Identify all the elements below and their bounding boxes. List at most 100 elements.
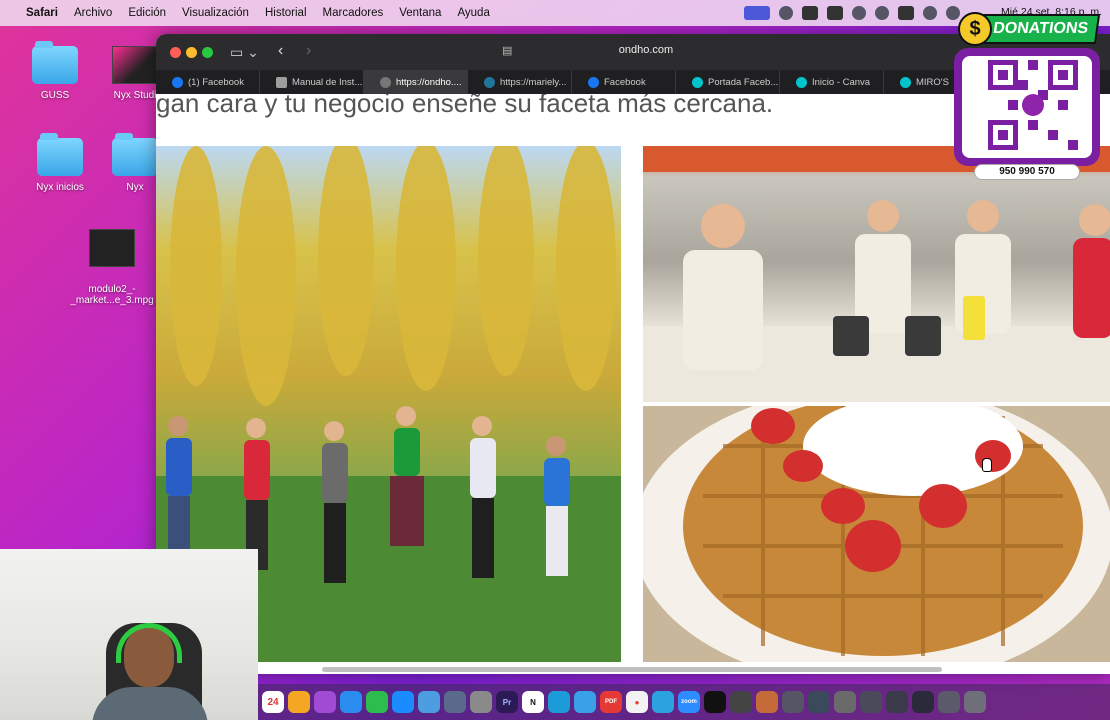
zoom-window-button[interactable] bbox=[202, 47, 213, 58]
airdrop-status-icon[interactable] bbox=[875, 6, 889, 20]
preview-app-icon[interactable] bbox=[418, 691, 440, 713]
tab-label: MIRO'S bbox=[916, 76, 949, 88]
desktop-icon-label: Nyx Studi bbox=[113, 90, 157, 101]
qr-code-pattern bbox=[988, 60, 1078, 150]
recent-window-icon[interactable] bbox=[782, 691, 804, 713]
premiere-pro-app-icon[interactable]: Pr bbox=[496, 691, 518, 713]
safari-app-icon[interactable] bbox=[548, 691, 570, 713]
telegram-app-icon[interactable] bbox=[652, 691, 674, 713]
menu-item-archivo[interactable]: Archivo bbox=[74, 7, 112, 19]
minimize-window-button[interactable] bbox=[186, 47, 197, 58]
tab-ondho[interactable]: https://ondho.... bbox=[364, 70, 468, 94]
donation-phone-number: 950 990 570 bbox=[974, 164, 1080, 180]
facebook-favicon-icon bbox=[172, 76, 183, 88]
desktop-icon-label: GUSS bbox=[40, 90, 70, 101]
back-arrow-icon[interactable]: ‹ bbox=[278, 42, 283, 60]
badge-status-icon[interactable] bbox=[852, 6, 866, 20]
tab-label: (1) Facebook bbox=[188, 76, 244, 88]
tab-facebook-2[interactable]: Facebook bbox=[572, 70, 676, 94]
cooking-class-photo bbox=[643, 146, 1110, 402]
dock: 24 Pr N PDF ● zoom bbox=[258, 684, 1110, 720]
tab-mariely[interactable]: https://mariely... bbox=[468, 70, 572, 94]
pdf-app-icon[interactable]: PDF bbox=[600, 691, 622, 713]
numbers-app-icon[interactable] bbox=[366, 691, 388, 713]
waffle-illustration bbox=[643, 406, 1110, 662]
menu-item-ayuda[interactable]: Ayuda bbox=[457, 7, 489, 19]
app-store-icon[interactable] bbox=[392, 691, 414, 713]
tab-label: Manual de Inst... bbox=[292, 76, 363, 88]
qr-code-icon bbox=[962, 56, 1092, 158]
qr-card bbox=[954, 48, 1100, 166]
folder-icon bbox=[112, 133, 158, 176]
tab-manual[interactable]: Manual de Inst... bbox=[260, 70, 364, 94]
recent-window-icon[interactable] bbox=[808, 691, 830, 713]
recent-window-icon[interactable] bbox=[912, 691, 934, 713]
horizontal-scrollbar[interactable] bbox=[322, 667, 942, 672]
menu-item-visualizacion[interactable]: Visualización bbox=[182, 7, 249, 19]
desktop-icon-video[interactable]: modulo2_- _market...e_3.mpg bbox=[62, 218, 162, 306]
webcam-overlay bbox=[0, 549, 258, 720]
menu-item-marcadores[interactable]: Marcadores bbox=[323, 7, 384, 19]
zoom-status-icon[interactable] bbox=[779, 6, 793, 20]
waffle-photo bbox=[643, 406, 1110, 662]
tab-label: Inicio - Canva bbox=[812, 76, 871, 88]
status-icons bbox=[744, 0, 960, 26]
tab-inicio-canva[interactable]: Inicio - Canva bbox=[780, 70, 884, 94]
menu-item-ventana[interactable]: Ventana bbox=[399, 7, 441, 19]
forward-arrow-icon[interactable]: › bbox=[306, 42, 311, 60]
tab-facebook-1[interactable]: (1) Facebook bbox=[156, 70, 260, 94]
tab-label: Portada Faceb... bbox=[708, 76, 779, 88]
canva-favicon-icon bbox=[900, 76, 911, 88]
menu-item-historial[interactable]: Historial bbox=[265, 7, 307, 19]
folder-icon bbox=[32, 41, 78, 84]
activity-monitor-icon[interactable] bbox=[730, 691, 752, 713]
close-window-button[interactable] bbox=[170, 47, 181, 58]
recent-window-icon[interactable] bbox=[886, 691, 908, 713]
trash-icon[interactable] bbox=[964, 691, 986, 713]
donations-overlay: $ DONATIONS 950 990 570 bbox=[952, 12, 1102, 182]
messages-app-icon[interactable] bbox=[574, 691, 596, 713]
canva-favicon-icon bbox=[796, 76, 807, 88]
tab-portada-facebook[interactable]: Portada Faceb... bbox=[676, 70, 780, 94]
tab-label: Facebook bbox=[604, 76, 646, 88]
page-headline: gan cara y tu negocio enseñe su faceta m… bbox=[156, 94, 774, 118]
chrome-app-icon[interactable]: ● bbox=[626, 691, 648, 713]
dollar-coin-icon: $ bbox=[958, 12, 992, 46]
kitchen-scene-illustration bbox=[643, 146, 1110, 402]
podcasts-app-icon[interactable] bbox=[314, 691, 336, 713]
menu-bar: Safari Archivo Edición Visualización His… bbox=[0, 0, 1110, 26]
folder-icon bbox=[37, 133, 83, 176]
tab-label: https://ondho.... bbox=[396, 76, 462, 88]
image-thumbnail-icon bbox=[112, 46, 158, 84]
menu-app-name[interactable]: Safari bbox=[26, 7, 58, 19]
system-settings-icon[interactable] bbox=[470, 691, 492, 713]
battery-icon[interactable] bbox=[898, 6, 914, 20]
capcut-app-icon[interactable] bbox=[704, 691, 726, 713]
address-bar[interactable]: ondho.com bbox=[496, 44, 796, 56]
recent-window-icon[interactable] bbox=[834, 691, 856, 713]
finder-window-icon[interactable] bbox=[444, 691, 466, 713]
canva-favicon-icon bbox=[692, 76, 703, 88]
document-favicon-icon bbox=[276, 76, 287, 88]
notion-status-icon[interactable] bbox=[827, 6, 843, 20]
site-favicon-icon bbox=[380, 76, 391, 88]
screen-record-icon[interactable] bbox=[744, 6, 770, 20]
sidebar-toggle-icon[interactable]: ▭ ⌄ bbox=[230, 44, 259, 61]
recent-file-icon[interactable] bbox=[756, 691, 778, 713]
video-thumbnail-icon bbox=[89, 229, 135, 267]
recent-window-icon[interactable] bbox=[938, 691, 960, 713]
menu-item-edicion[interactable]: Edición bbox=[128, 7, 166, 19]
recent-window-icon[interactable] bbox=[860, 691, 882, 713]
notion-app-icon[interactable]: N bbox=[522, 691, 544, 713]
tab-label: https://mariely... bbox=[500, 76, 567, 88]
facebook-favicon-icon bbox=[588, 76, 599, 88]
keynote-app-icon[interactable] bbox=[340, 691, 362, 713]
pages-app-icon[interactable] bbox=[288, 691, 310, 713]
calendar-app-icon[interactable]: 24 bbox=[262, 691, 284, 713]
zoom-app-icon[interactable]: zoom bbox=[678, 691, 700, 713]
wordpress-favicon-icon bbox=[484, 76, 495, 88]
desktop-icon-label: modulo2_- _market...e_3.mpg bbox=[70, 284, 154, 306]
desktop-icon-label: Nyx inicios bbox=[36, 182, 84, 193]
pdf-status-icon[interactable] bbox=[802, 6, 818, 20]
wifi-icon[interactable] bbox=[923, 6, 937, 20]
